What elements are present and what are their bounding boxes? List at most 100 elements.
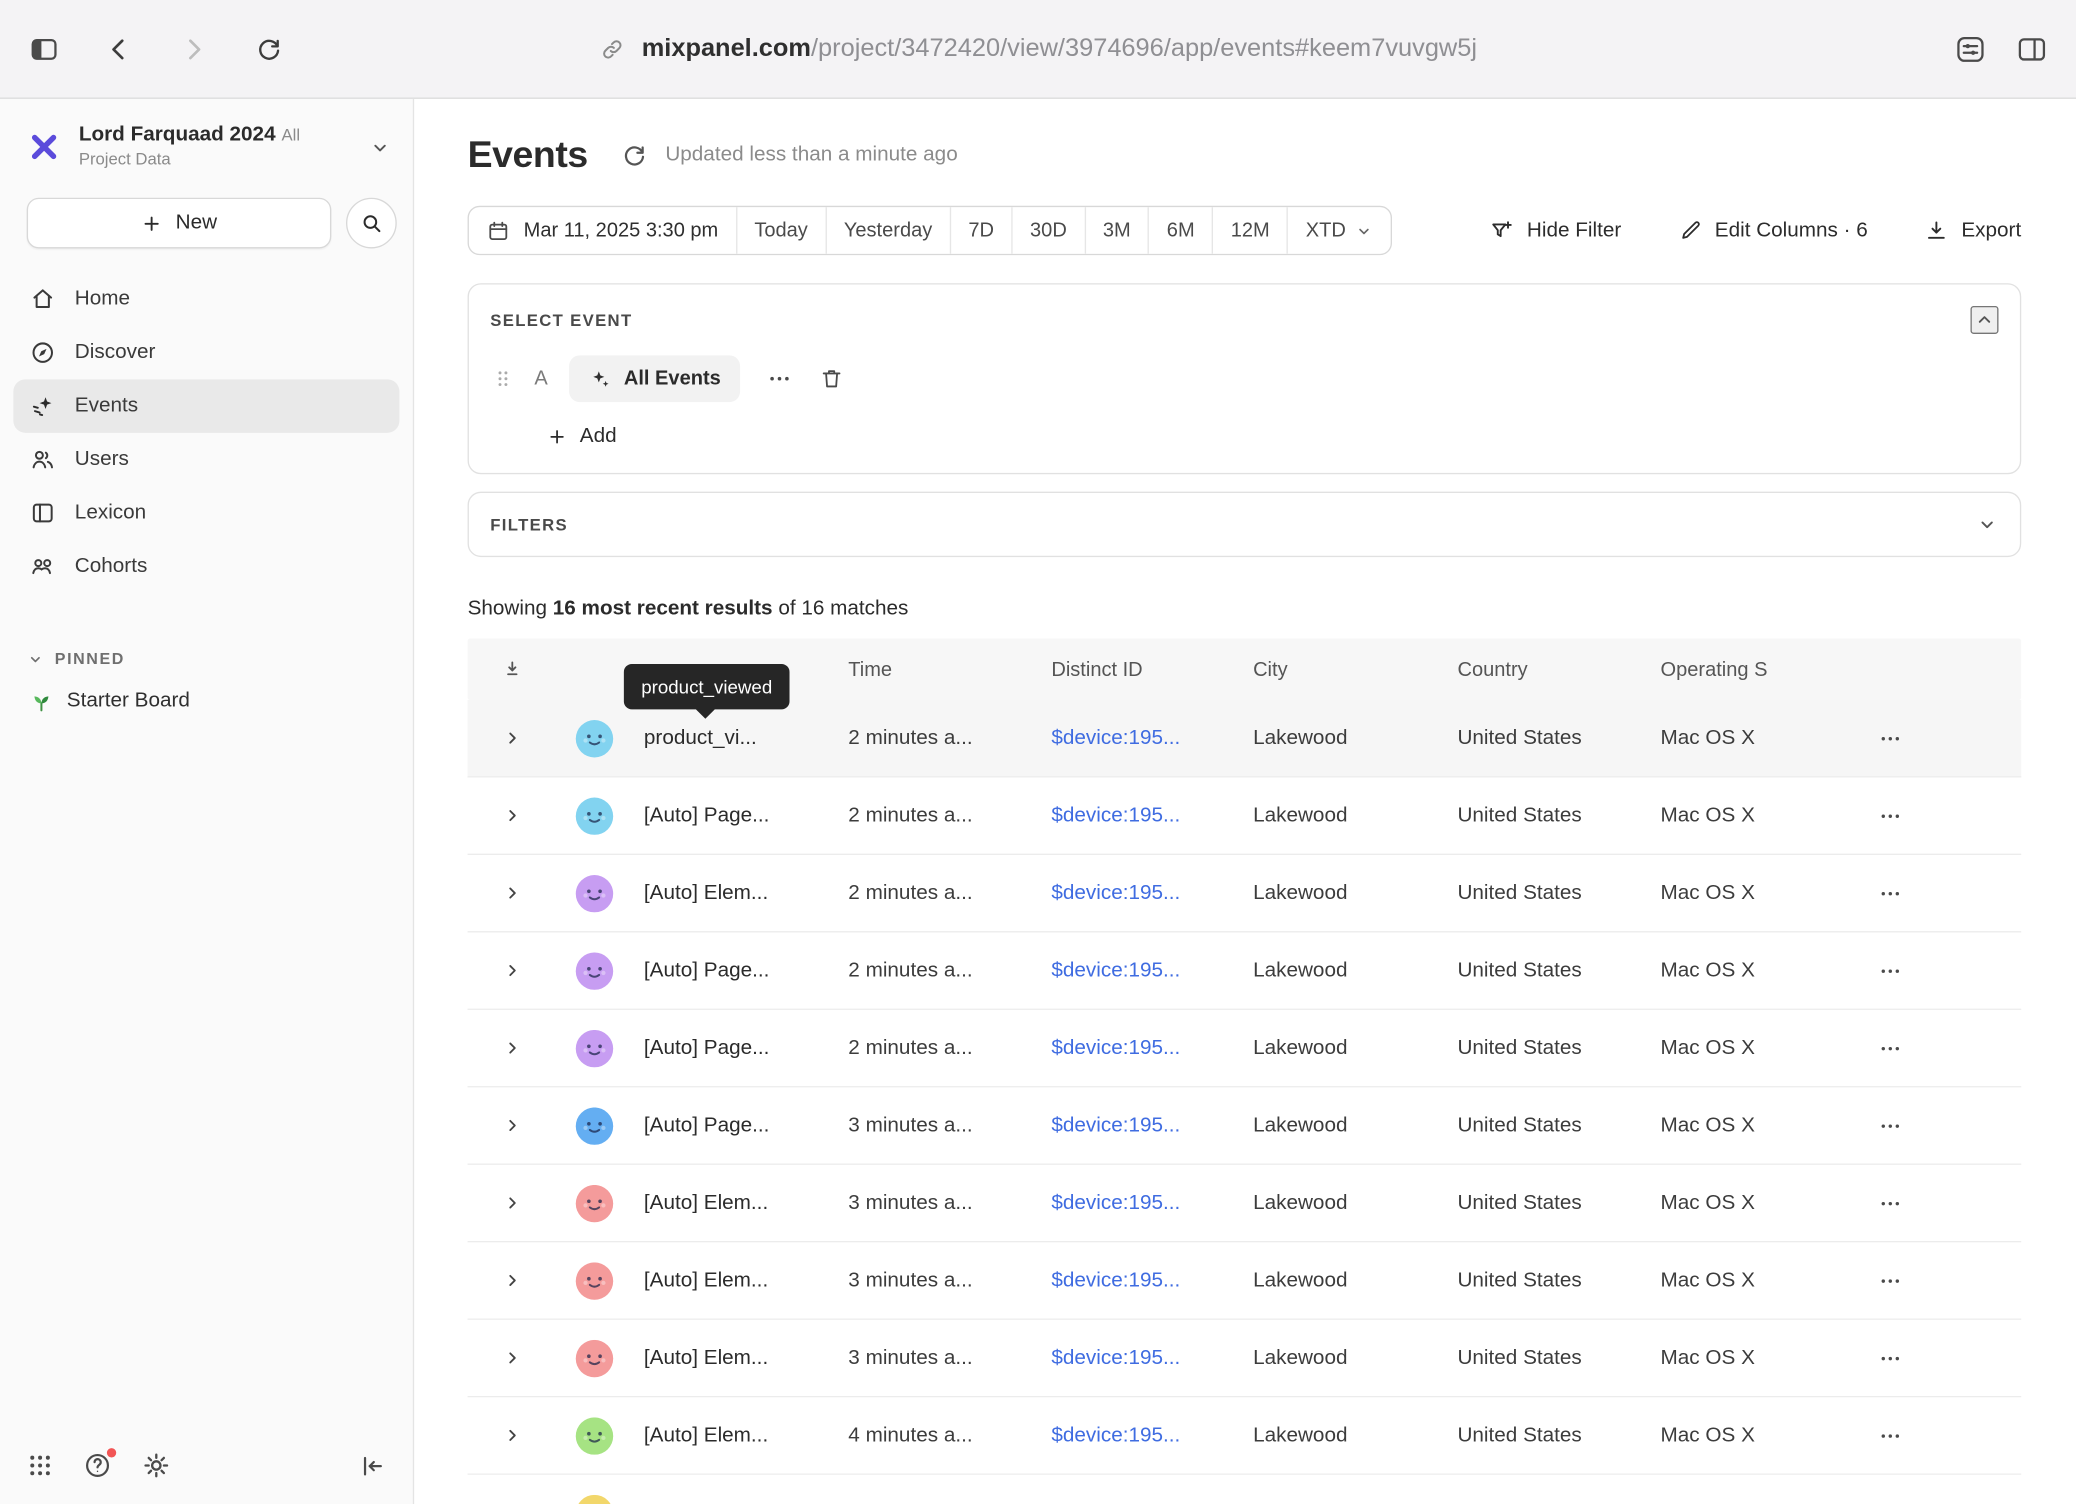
header-time[interactable]: Time bbox=[838, 658, 1041, 681]
header-city[interactable]: City bbox=[1242, 658, 1446, 681]
collapse-sidebar-icon[interactable] bbox=[358, 1451, 386, 1479]
table-row[interactable]: [Auto] Elem... 3 minutes a... $device:19… bbox=[468, 1165, 2022, 1242]
row-actions-icon[interactable] bbox=[1878, 1346, 1902, 1370]
event-avatar bbox=[576, 1262, 613, 1299]
header-country[interactable]: Country bbox=[1447, 658, 1650, 681]
browser-forward-icon[interactable] bbox=[174, 29, 214, 69]
distinct-id-link[interactable]: $device:195... bbox=[1051, 1191, 1180, 1214]
date-picker[interactable]: Mar 11, 2025 3:30 pm bbox=[469, 207, 736, 254]
sidebar-item-lexicon[interactable]: Lexicon bbox=[13, 486, 399, 539]
collapse-all-rows-icon[interactable] bbox=[468, 658, 556, 681]
expand-row-icon[interactable] bbox=[468, 1348, 556, 1368]
table-row[interactable]: [Auto] Elem... 4 minutes a... $device:19… bbox=[468, 1397, 2022, 1474]
export-button[interactable]: Export bbox=[1924, 218, 2021, 243]
browser-split-view-icon[interactable] bbox=[2012, 29, 2052, 69]
add-event-button[interactable]: Add bbox=[546, 425, 616, 449]
address-bar[interactable]: mixpanel.com/project/3472420/view/397469… bbox=[599, 34, 1477, 63]
range-12m[interactable]: 12M bbox=[1212, 207, 1287, 254]
help-icon[interactable] bbox=[83, 1451, 112, 1480]
distinct-id-link[interactable]: $device:195... bbox=[1051, 1346, 1180, 1369]
row-actions-icon[interactable] bbox=[1878, 1036, 1902, 1060]
row-actions-icon[interactable] bbox=[1878, 881, 1902, 905]
distinct-id-link[interactable]: $device:195... bbox=[1051, 881, 1180, 904]
range-today[interactable]: Today bbox=[736, 207, 826, 254]
expand-row-icon[interactable] bbox=[468, 806, 556, 826]
event-time: 3 minutes a... bbox=[838, 1191, 1041, 1215]
actions-cell bbox=[1854, 1191, 2021, 1215]
range-xtd[interactable]: XTD bbox=[1287, 207, 1391, 254]
expand-row-icon[interactable] bbox=[468, 1270, 556, 1290]
expand-row-icon[interactable] bbox=[468, 883, 556, 903]
settings-gear-icon[interactable] bbox=[142, 1451, 171, 1480]
table-row[interactable]: [Auto] Page... 3 minutes a... $device:19… bbox=[468, 1087, 2022, 1164]
drag-handle-icon[interactable] bbox=[490, 366, 515, 391]
sidebar-item-label: Lexicon bbox=[75, 501, 146, 525]
table-row[interactable]: [Auto] Elem... 2 minutes a... $device:19… bbox=[468, 855, 2022, 932]
browser-reload-icon[interactable] bbox=[248, 29, 288, 69]
sidebar-item-cohorts[interactable]: Cohorts bbox=[13, 540, 399, 593]
sidebar: Lord Farquaad 2024 All Project Data New bbox=[0, 99, 414, 1504]
sidebar-item-starter-board[interactable]: Starter Board bbox=[0, 689, 413, 713]
distinct-id-link[interactable]: $device:195... bbox=[1051, 959, 1180, 982]
new-button[interactable]: New bbox=[27, 198, 332, 249]
event-more-options-icon[interactable] bbox=[766, 366, 791, 391]
range-30d[interactable]: 30D bbox=[1011, 207, 1084, 254]
row-actions-icon[interactable] bbox=[1878, 959, 1902, 983]
search-button[interactable] bbox=[346, 198, 397, 249]
range-yesterday[interactable]: Yesterday bbox=[825, 207, 949, 254]
sidebar-item-users[interactable]: Users bbox=[13, 433, 399, 486]
browser-sidebar-toggle-icon[interactable] bbox=[24, 29, 64, 69]
sidebar-item-home[interactable]: Home bbox=[13, 273, 399, 326]
expand-row-icon[interactable] bbox=[468, 728, 556, 748]
expand-row-icon[interactable] bbox=[468, 1038, 556, 1058]
distinct-id-link[interactable]: $device:195... bbox=[1051, 1113, 1180, 1136]
expand-row-icon[interactable] bbox=[468, 961, 556, 981]
table-row[interactable]: [Auto] Elem... 3 minutes a... $device:19… bbox=[468, 1320, 2022, 1397]
browser-back-icon[interactable] bbox=[99, 29, 139, 69]
edit-columns-button[interactable]: Edit Columns · 6 bbox=[1677, 218, 1867, 243]
all-events-pill[interactable]: All Events bbox=[569, 355, 739, 402]
table-row[interactable]: [Auto] Page... 2 minutes a... $device:19… bbox=[468, 777, 2022, 854]
header-distinct-id[interactable]: Distinct ID bbox=[1041, 658, 1243, 681]
table-row[interactable]: [Auto] Page... 2 minutes a... $device:19… bbox=[468, 932, 2022, 1009]
table-row[interactable] bbox=[468, 1475, 2022, 1504]
hide-filter-button[interactable]: Hide Filter bbox=[1488, 217, 1621, 244]
table-row[interactable]: [Auto] Elem... 3 minutes a... $device:19… bbox=[468, 1242, 2022, 1319]
collapse-section-icon[interactable] bbox=[1970, 306, 1998, 334]
expand-row-icon[interactable] bbox=[468, 1115, 556, 1135]
range-6m[interactable]: 6M bbox=[1148, 207, 1212, 254]
browser-customize-icon[interactable] bbox=[1950, 29, 1990, 69]
actions-cell bbox=[1854, 804, 2021, 828]
main-content: Events Updated less than a minute ago Ma… bbox=[414, 99, 2076, 1504]
url-path: /project/3472420/view/3974696/app/events… bbox=[811, 34, 1477, 62]
pinned-section-header[interactable]: PINNED bbox=[0, 649, 413, 668]
header-os[interactable]: Operating S bbox=[1650, 658, 1854, 681]
event-time: 2 minutes a... bbox=[838, 804, 1041, 828]
expand-row-icon[interactable] bbox=[468, 1193, 556, 1213]
expand-section-icon[interactable] bbox=[1976, 513, 1999, 536]
sidebar-item-events[interactable]: Events bbox=[13, 379, 399, 432]
row-actions-icon[interactable] bbox=[1878, 1191, 1902, 1215]
actions-cell bbox=[1854, 1036, 2021, 1060]
distinct-id-link[interactable]: $device:195... bbox=[1051, 726, 1180, 749]
distinct-id-link[interactable]: $device:195... bbox=[1051, 1268, 1180, 1291]
sidebar-item-discover[interactable]: Discover bbox=[13, 326, 399, 379]
range-3m[interactable]: 3M bbox=[1084, 207, 1148, 254]
apps-grid-icon[interactable] bbox=[27, 1452, 54, 1479]
refresh-icon[interactable] bbox=[620, 141, 648, 169]
distinct-id-link[interactable]: $device:195... bbox=[1051, 1423, 1180, 1446]
expand-row-icon[interactable] bbox=[468, 1425, 556, 1445]
table-row[interactable]: [Auto] Page... 2 minutes a... $device:19… bbox=[468, 1010, 2022, 1087]
distinct-id-link[interactable]: $device:195... bbox=[1051, 1036, 1180, 1059]
row-actions-icon[interactable] bbox=[1878, 1113, 1902, 1137]
row-actions-icon[interactable] bbox=[1878, 726, 1902, 750]
actions-cell bbox=[1854, 1346, 2021, 1370]
row-actions-icon[interactable] bbox=[1878, 804, 1902, 828]
row-actions-icon[interactable] bbox=[1878, 1268, 1902, 1292]
row-actions-icon[interactable] bbox=[1878, 1423, 1902, 1447]
distinct-id-link[interactable]: $device:195... bbox=[1051, 804, 1180, 827]
delete-event-icon[interactable] bbox=[818, 366, 843, 391]
project-switcher[interactable]: Lord Farquaad 2024 All Project Data bbox=[0, 99, 413, 184]
range-7d[interactable]: 7D bbox=[950, 207, 1012, 254]
avatar-cell bbox=[556, 1184, 633, 1221]
